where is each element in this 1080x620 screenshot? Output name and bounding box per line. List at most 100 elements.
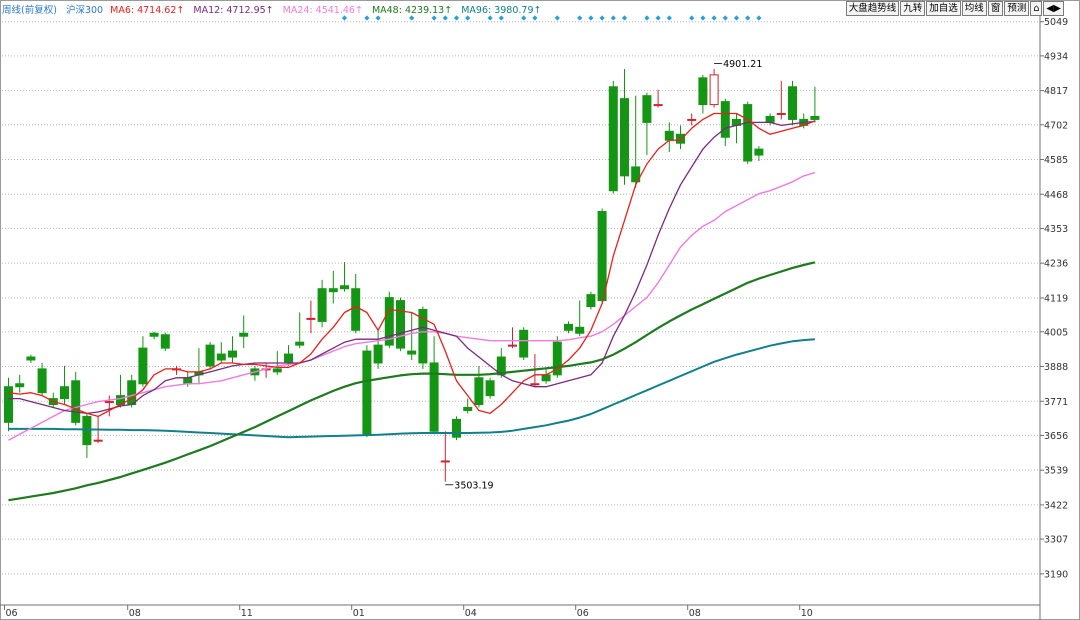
ma6-value: MA6: 4714.62↑ <box>110 5 185 16</box>
y-tick-label: 4236 <box>1044 259 1068 270</box>
symbol-name: 沪深300 <box>65 5 104 16</box>
window-button[interactable]: 窗 <box>987 1 1004 16</box>
candle-body <box>295 341 305 346</box>
candle-body <box>743 104 753 162</box>
candle-body <box>676 133 685 144</box>
candle-body <box>138 347 148 385</box>
forecast-button[interactable]: 预测 <box>1004 1 1030 16</box>
signal-marker <box>733 15 740 21</box>
signal-marker <box>621 15 628 21</box>
y-tick-label: 4817 <box>1044 86 1068 97</box>
candle-body <box>485 380 495 397</box>
period-label: 周线(前复权) <box>2 5 57 16</box>
candle-body <box>60 386 69 400</box>
candle-body <box>452 418 461 438</box>
candle-body <box>104 401 114 404</box>
expand-icon[interactable]: ◀▶ <box>1043 1 1064 16</box>
signal-marker <box>599 15 605 21</box>
candle-body <box>407 350 417 355</box>
home-icon[interactable]: ⌂ <box>1030 1 1043 16</box>
candle-body <box>82 415 92 446</box>
y-tick-label: 4353 <box>1044 224 1068 235</box>
y-tick-label: 4934 <box>1044 51 1068 62</box>
signal-marker <box>453 15 460 21</box>
ma12-value: MA12: 4712.95↑ <box>193 5 274 16</box>
signal-marker <box>521 15 527 21</box>
y-tick-label: 4119 <box>1044 293 1068 304</box>
signal-marker <box>745 15 751 21</box>
signal-marker <box>610 15 616 21</box>
candle-body <box>328 288 338 293</box>
x-axis: 06 08 11 01 04 06 08 10 <box>0 604 1040 619</box>
candle-body <box>653 104 663 107</box>
candle-body <box>205 344 215 367</box>
y-tick-label: 3656 <box>1044 431 1068 442</box>
candle-body <box>216 353 226 361</box>
candle-body <box>810 115 820 120</box>
signal-marker <box>689 15 695 21</box>
candle-body <box>362 350 372 435</box>
signal-marker <box>487 15 493 21</box>
candle-body <box>776 112 786 115</box>
candle-body <box>284 353 293 364</box>
candle-body <box>519 329 529 358</box>
candle-body <box>93 439 103 442</box>
candle-body <box>272 368 282 373</box>
candle-body <box>642 95 652 123</box>
signal-marker <box>554 15 560 21</box>
candle-body <box>351 288 361 331</box>
moving-average-button[interactable]: 均线 <box>961 1 987 16</box>
candle-body <box>15 383 25 388</box>
candle-body <box>608 86 618 192</box>
candle-body <box>71 380 81 423</box>
candle-body <box>564 323 573 331</box>
candle-body <box>586 294 596 308</box>
x-tick-label: 08 <box>689 608 701 619</box>
y-tick-label: 3422 <box>1044 500 1068 511</box>
candle-body <box>765 115 775 123</box>
candle-body <box>664 130 674 141</box>
y-tick-label: 4702 <box>1044 120 1068 131</box>
trend-line-button[interactable]: 大盘趋势线 <box>845 1 900 16</box>
candle-body <box>620 98 629 177</box>
x-tick-label: 11 <box>241 608 253 619</box>
candle-body <box>698 77 708 106</box>
candle-body <box>440 460 450 463</box>
candle-body <box>26 356 36 361</box>
candle-body <box>597 210 607 302</box>
x-tick-label: 06 <box>6 608 18 619</box>
grid-lines <box>0 0 1080 620</box>
ma96-value: MA96: 3980.79↑ <box>461 5 542 16</box>
signal-marker <box>644 15 650 21</box>
signal-marker <box>341 15 348 21</box>
signal-marker <box>655 15 661 21</box>
signal-marker <box>442 15 448 21</box>
chart-toolbar: 大盘趋势线 九转 加自选 均线 窗 预测 ⌂ ◀▶ <box>845 1 1064 16</box>
chart-header: 周线(前复权) 沪深300 MA6: 4714.62↑ MA12: 4712.9… <box>2 2 547 16</box>
y-axis: 5049 4934 4817 4702 4585 4468 4353 4236 4119 4005… <box>1039 0 1068 620</box>
y-tick-label: 4005 <box>1044 327 1068 338</box>
signal-marker <box>666 15 672 21</box>
add-watchlist-button[interactable]: 加自选 <box>926 1 961 16</box>
signal-marker <box>722 15 728 21</box>
nine-turn-button[interactable]: 九转 <box>900 1 926 16</box>
candle-body <box>754 148 764 156</box>
x-tick-label: 04 <box>465 608 477 619</box>
candle-body <box>474 377 484 406</box>
signal-marker <box>577 15 583 21</box>
x-tick-label: 10 <box>801 608 813 619</box>
candle-body <box>687 118 697 121</box>
candle-body <box>720 101 730 138</box>
x-tick-label: 08 <box>129 608 141 619</box>
moving-average-lines <box>8 112 816 502</box>
chart-stage: 4901.21 3503.19 5049 4934 4817 4702 4585 4468 4… <box>0 0 1080 620</box>
candle-body <box>127 380 137 406</box>
signal-marker <box>375 15 381 21</box>
y-tick-label: 4468 <box>1044 190 1068 201</box>
y-tick-label: 3888 <box>1044 362 1068 373</box>
kline-chart[interactable]: 4901.21 3503.19 5049 4934 4817 4702 4585 4468 4… <box>0 0 1080 620</box>
ma48-value: MA48: 4239.13↑ <box>371 5 453 16</box>
y-tick-label: 4585 <box>1044 155 1068 166</box>
candle-body <box>317 288 327 322</box>
candle-body <box>228 350 237 358</box>
